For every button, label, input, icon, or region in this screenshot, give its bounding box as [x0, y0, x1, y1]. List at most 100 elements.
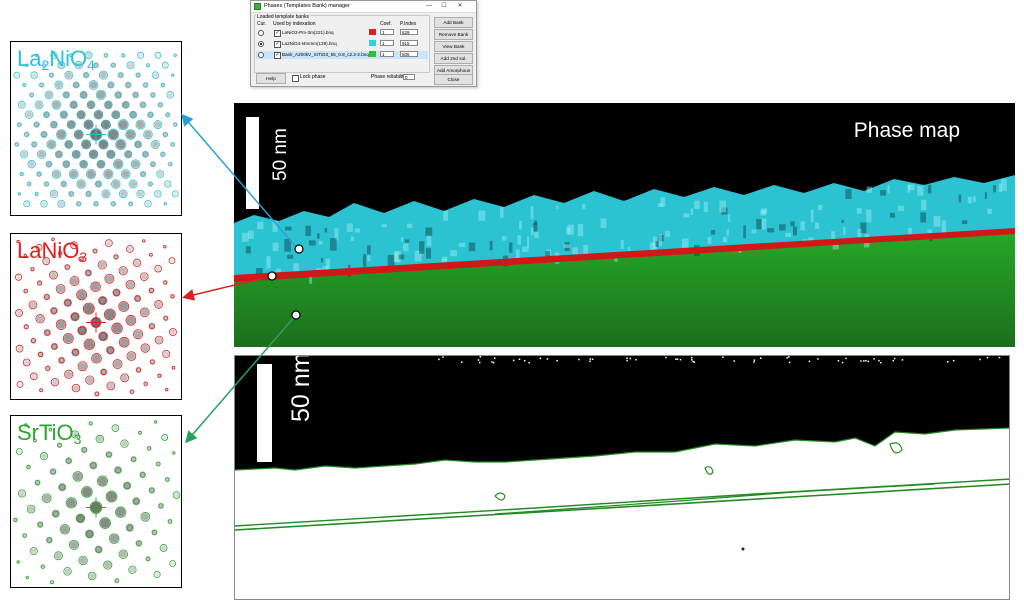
diffraction-spot [120, 190, 127, 197]
diffraction-spot [51, 191, 57, 197]
diffraction-spot [27, 505, 35, 513]
phase-color-swatch[interactable] [369, 40, 376, 46]
diffraction-spot [100, 518, 110, 528]
panel-srtio3: SrTiO3 [10, 415, 182, 588]
film-texture [241, 232, 249, 242]
diffraction-spot [16, 310, 22, 316]
diffraction-spot [141, 273, 148, 280]
film-texture [880, 190, 886, 196]
speckle [817, 358, 819, 360]
speckle [867, 360, 870, 363]
diffraction-spot [112, 180, 120, 188]
diffraction-spot [73, 472, 82, 481]
speckle [523, 359, 526, 362]
use-checkbox[interactable]: ✓ [274, 51, 281, 59]
diffraction-spot [47, 140, 56, 149]
speckle [626, 359, 628, 362]
lock-phase-label: Lock phase [300, 74, 326, 80]
speckle [512, 359, 515, 362]
film-texture [818, 204, 823, 211]
speckle [759, 357, 762, 359]
film-texture [814, 222, 820, 229]
diffraction-spot [104, 309, 115, 320]
film-texture [468, 242, 476, 252]
diffraction-spot [160, 545, 167, 551]
diffraction-spot [96, 436, 103, 442]
speckle [788, 361, 791, 364]
film-texture [500, 207, 504, 219]
speckle [860, 360, 862, 362]
add-2nd-sol-button[interactable]: Add 2nd sol. [434, 53, 473, 64]
help-button[interactable]: Help [256, 73, 286, 84]
film-texture [404, 239, 410, 243]
current-radio[interactable] [258, 41, 264, 47]
film-texture [866, 209, 872, 223]
minimize-icon[interactable]: — [423, 2, 435, 11]
film-texture [350, 236, 355, 242]
diffraction-spot [102, 190, 110, 198]
bank-row-srtio3[interactable]: ✓ Bank_A200kV_SrTiO3_55_0.8_c2.2-2.bnq 1… [256, 51, 428, 59]
film-texture [387, 254, 395, 267]
reliability-label: Phase reliability [371, 74, 407, 80]
film-texture [526, 236, 530, 248]
label-la2nio4: La2NiO4 [17, 46, 95, 73]
coef-field[interactable]: 1 [380, 51, 394, 57]
diffraction-spot [58, 201, 64, 207]
view-bank-button[interactable]: View Bank [434, 41, 473, 52]
add-bank-button[interactable]: Add Bank [434, 17, 473, 28]
diffraction-spot [136, 120, 145, 129]
diffraction-spot [82, 487, 92, 497]
diffraction-spot [104, 170, 113, 179]
use-checkbox[interactable]: ✓ [274, 40, 281, 48]
maximize-icon[interactable]: ☐ [438, 2, 450, 11]
reliability-field[interactable]: 0 [403, 74, 415, 80]
close-icon[interactable]: ✕ [454, 2, 466, 11]
phase-color-swatch[interactable] [369, 51, 376, 57]
film-texture [572, 247, 578, 255]
speckle [528, 361, 530, 364]
speckle [635, 358, 637, 361]
film-texture [530, 206, 534, 220]
speckle [492, 361, 495, 364]
diffraction-spot [31, 548, 37, 554]
current-radio[interactable] [258, 30, 264, 36]
diffraction-spot [56, 285, 65, 293]
close-button[interactable]: Close [434, 74, 473, 85]
film-texture [620, 240, 624, 249]
film-texture [800, 221, 805, 231]
speckle [845, 357, 847, 360]
film-texture [317, 233, 320, 239]
speckle [693, 361, 696, 363]
phase-color-swatch[interactable] [369, 29, 376, 35]
pindex-field: 506 [400, 51, 418, 57]
diffraction-spot [52, 170, 60, 178]
film-texture [998, 183, 1002, 193]
use-checkbox[interactable]: ✓ [274, 29, 281, 37]
boundary-island [494, 492, 506, 501]
coef-field[interactable]: 1 [380, 29, 394, 35]
diffraction-spot [31, 373, 37, 379]
current-radio[interactable] [258, 52, 264, 58]
speckle [665, 356, 667, 359]
film-texture [961, 220, 968, 225]
panel-la2nio4: La2NiO4 [10, 41, 182, 216]
film-texture [443, 210, 449, 221]
film-texture [272, 242, 279, 251]
diffraction-spot [121, 374, 128, 382]
lock-phase-checkbox[interactable] [292, 75, 299, 82]
remove-bank-button[interactable]: Remove Bank [434, 29, 473, 40]
pindex-field: 629 [400, 29, 418, 35]
diffraction-spot [167, 92, 173, 98]
coef-field[interactable]: 1 [380, 40, 394, 46]
diffraction-spot [24, 359, 30, 366]
speckle [952, 359, 955, 362]
film-texture [920, 212, 927, 223]
film-texture [722, 236, 728, 242]
bank-row-lanio3[interactable]: ✓ LaNiO3-Pm-3m(221).bnq 1 629 [256, 29, 428, 37]
label-srtio3: SrTiO3 [17, 420, 82, 447]
speckle [873, 358, 875, 360]
film-texture [707, 236, 712, 244]
bank-row-la2nio4[interactable]: ✓ La2NiO4-I4mmm(139).bnq 1 915 [256, 40, 428, 48]
speckle [691, 359, 693, 361]
film-texture [920, 199, 927, 211]
